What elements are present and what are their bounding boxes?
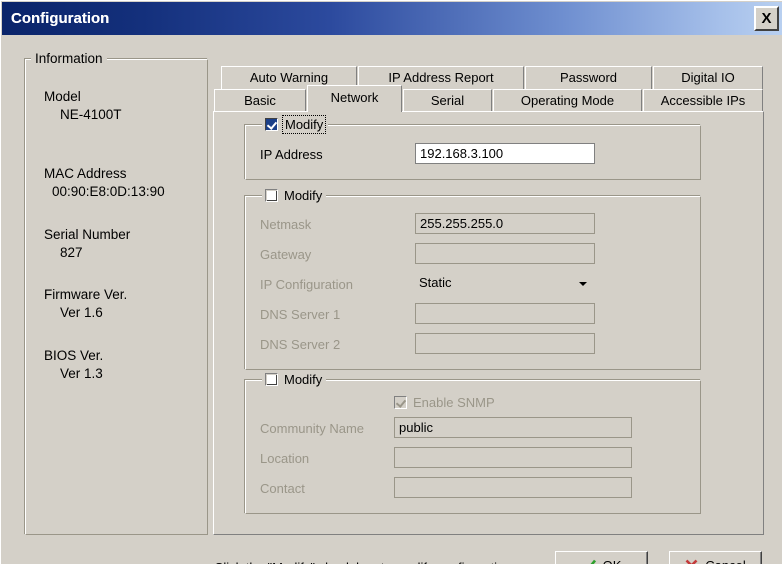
- tab-control: Auto Warning IP Address Report Password …: [213, 58, 764, 535]
- select-ip-configuration[interactable]: Static: [415, 273, 595, 294]
- checkbox-glyph-unchecked: [265, 373, 278, 386]
- tab-accessible-ips[interactable]: Accessible IPs: [643, 89, 763, 112]
- checkbox-glyph-checked-disabled: [394, 396, 407, 409]
- configuration-dialog: Configuration X Information Model NE-410…: [0, 0, 783, 565]
- title-bar: Configuration X: [2, 2, 782, 35]
- info-item-bios-version: BIOS Ver. Ver 1.3: [44, 348, 103, 381]
- tab-operating-mode[interactable]: Operating Mode: [493, 89, 642, 112]
- check-icon: [589, 559, 596, 564]
- enable-snmp-label: Enable SNMP: [413, 395, 495, 410]
- input-dns-server-2[interactable]: [415, 333, 595, 354]
- modify-checkbox-netconf[interactable]: Modify: [262, 188, 327, 203]
- dialog-client-area: Information Model NE-4100T MAC Address 0…: [2, 35, 782, 564]
- info-item-serial-number: Serial Number 827: [44, 227, 130, 260]
- label-gateway: Gateway: [260, 247, 312, 262]
- close-icon[interactable]: X: [754, 6, 779, 31]
- label-netmask: Netmask: [260, 217, 312, 232]
- info-item-model: Model NE-4100T: [44, 89, 122, 122]
- info-value: 00:90:E8:0D:13:90: [52, 184, 165, 199]
- modify-label: Modify: [281, 115, 327, 134]
- ok-button-label: OK: [603, 558, 622, 564]
- tab-basic[interactable]: Basic: [214, 89, 306, 112]
- label-location: Location: [260, 451, 310, 466]
- info-item-firmware-version: Firmware Ver. Ver 1.6: [44, 287, 127, 320]
- checkbox-glyph-unchecked: [265, 189, 278, 202]
- info-label: Model: [44, 89, 81, 104]
- tab-page-network: Modify IP Address 192.168.3.100 Modify N…: [213, 111, 764, 535]
- select-ip-configuration-value: Static: [419, 275, 452, 290]
- checkbox-glyph-checked: [265, 118, 278, 131]
- modify-label: Modify: [284, 372, 323, 387]
- dialog-footer: Click the "Modify" check box to modify c…: [2, 535, 782, 564]
- modify-checkbox-ip[interactable]: Modify: [262, 115, 329, 134]
- info-value: 827: [60, 245, 83, 260]
- modify-label: Modify: [284, 188, 323, 203]
- window-title: Configuration: [11, 10, 110, 27]
- ok-button[interactable]: OK: [555, 551, 648, 564]
- input-contact[interactable]: [394, 477, 632, 498]
- x-icon: [685, 559, 698, 564]
- label-contact: Contact: [260, 481, 305, 496]
- input-gateway[interactable]: [415, 243, 595, 264]
- info-value: Ver 1.6: [60, 305, 103, 320]
- info-label: Firmware Ver.: [44, 287, 128, 302]
- label-ip-configuration: IP Configuration: [260, 277, 353, 292]
- input-location[interactable]: [394, 447, 632, 468]
- label-dns-server-2: DNS Server 2: [260, 337, 341, 352]
- label-dns-server-1: DNS Server 1: [260, 307, 341, 322]
- tab-serial[interactable]: Serial: [403, 89, 492, 112]
- tab-digital-io[interactable]: Digital IO: [653, 66, 763, 89]
- info-item-mac-address: MAC Address 00:90:E8:0D:13:90: [44, 166, 165, 199]
- info-value: Ver 1.3: [60, 366, 103, 381]
- info-value: NE-4100T: [60, 107, 122, 122]
- checkbox-enable-snmp[interactable]: Enable SNMP: [394, 395, 495, 410]
- modify-checkbox-snmp[interactable]: Modify: [262, 372, 327, 387]
- information-legend: Information: [31, 51, 107, 66]
- label-ip-address: IP Address: [260, 147, 323, 162]
- label-community-name: Community Name: [260, 421, 365, 436]
- cancel-button-label: Cancel: [705, 558, 745, 564]
- input-community-name[interactable]: public: [394, 417, 632, 438]
- input-netmask[interactable]: 255.255.255.0: [415, 213, 595, 234]
- info-label: Serial Number: [44, 227, 131, 242]
- input-ip-address[interactable]: 192.168.3.100: [415, 143, 595, 164]
- info-label: MAC Address: [44, 166, 127, 181]
- cancel-button[interactable]: Cancel: [669, 551, 762, 564]
- input-dns-server-1[interactable]: [415, 303, 595, 324]
- info-label: BIOS Ver.: [44, 348, 104, 363]
- footer-hint-text: Click the "Modify" check box to modify c…: [214, 560, 512, 564]
- chevron-down-icon: [579, 282, 587, 286]
- tab-network[interactable]: Network: [307, 85, 402, 112]
- tab-password[interactable]: Password: [525, 66, 652, 89]
